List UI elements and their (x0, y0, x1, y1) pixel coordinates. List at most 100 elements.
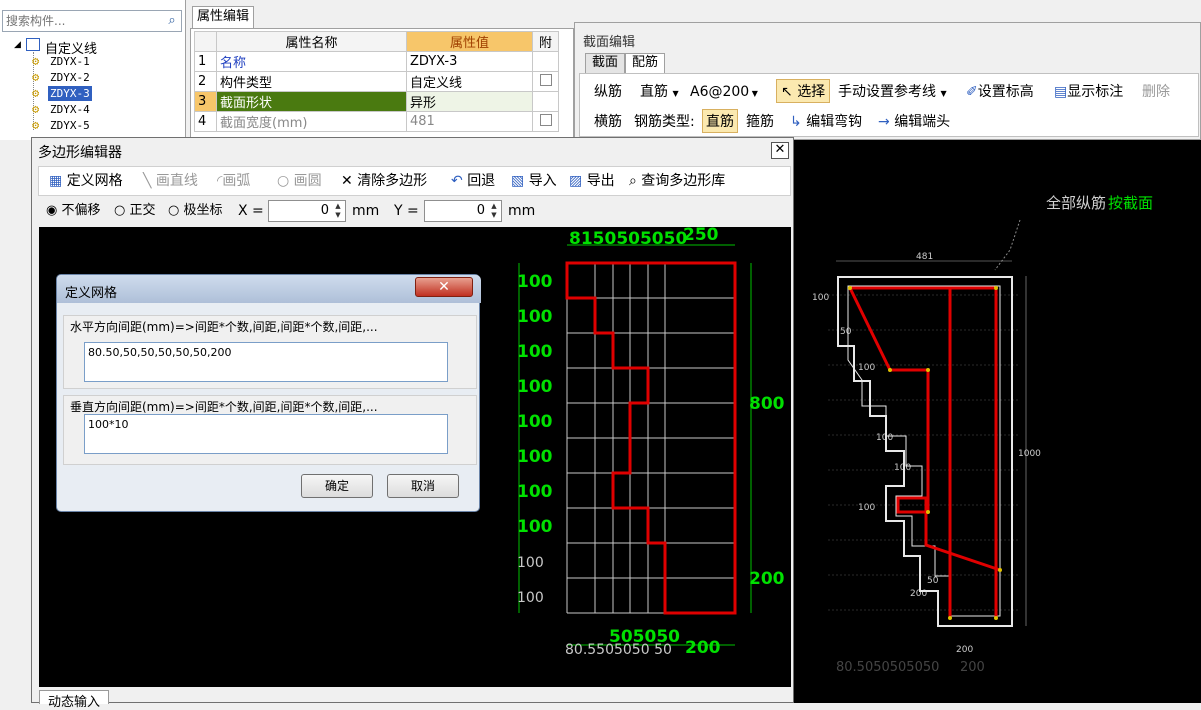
tree-item-zdyx-4[interactable]: ⚙ ZDYX-4 (32, 102, 92, 117)
dim-row: 100 (517, 307, 553, 327)
dialog-titlebar: 定义网格 ✕ (57, 275, 481, 303)
v-spacing-field[interactable] (84, 414, 448, 454)
radio-ortho[interactable]: ○ 正交 (114, 199, 156, 223)
table-row[interactable]: 1 名称 ZDYX-3 (194, 51, 559, 72)
dim-mid: 100 (876, 433, 893, 443)
polygon-toolbar: ▦ 定义网格 ╲ 画直线 ◜画弧 ○ 画圆 ✕ 清除多边形 ↶ 回退 ▧ 导入 … (38, 166, 791, 196)
draw-arc-button[interactable]: ◜画弧 (217, 169, 250, 193)
header-property-value: 属性值 (406, 31, 533, 52)
collapse-icon[interactable]: ◢ (14, 40, 21, 50)
draw-line-button[interactable]: ╲ 画直线 (143, 169, 198, 193)
dim-bottom-small: 80.5505050 50 (565, 642, 672, 658)
section-editor-title: 截面编辑 (583, 35, 636, 50)
dim-row: 100 (517, 412, 553, 432)
set-elevation-button[interactable]: ✐设置标高 (966, 80, 1034, 104)
import-icon: ▧ (511, 173, 525, 189)
tree-item-zdyx-3[interactable]: ⚙ ZDYX-3 (32, 86, 92, 101)
line-icon: ╲ (143, 173, 152, 189)
straight-bar-button[interactable]: 直筋 (702, 109, 738, 133)
dim-mid: 50 (927, 576, 939, 586)
table-row[interactable]: 4 截面宽度(mm) 481 (194, 111, 559, 132)
manual-ref-line-button[interactable]: 手动设置参考线 ▼ (838, 80, 947, 104)
component-tree-pane: ⌕ ◢ 自定义线 ⚙ZDYX-1 ⚙ZDYX-2 ⚙ZDYX-3 ⚙ZDYX-4… (0, 0, 186, 140)
custom-line-icon (26, 38, 40, 51)
x-label: X = (238, 203, 264, 219)
define-grid-dialog: 定义网格 ✕ 水平方向间距(mm)=>间距*个数,间距,间距*个数,间距,...… (56, 274, 481, 512)
h-spacing-value: 80.50,50,50,50,50,50,200 (88, 346, 232, 359)
bar-type-label: 钢筋类型: (634, 114, 695, 130)
dim-row: 100 (517, 555, 544, 571)
x-input[interactable]: 0 ▲ ▼ (268, 200, 346, 222)
clear-polygon-button[interactable]: ✕ 清除多边形 (341, 169, 427, 193)
query-polygon-lib-button[interactable]: ⌕ 查询多边形库 (629, 169, 725, 193)
close-icon[interactable]: ✕ (771, 142, 789, 159)
undo-button[interactable]: ↶ 回退 (451, 169, 495, 193)
export-icon: ▨ (569, 173, 583, 189)
table-row[interactable]: 3 截面形状 异形 (194, 91, 559, 112)
gear-icon: ⚙ (32, 70, 40, 84)
dim-right-top: 800 (749, 394, 785, 414)
search-input[interactable] (3, 11, 161, 31)
search-icon: ⌕ (629, 173, 637, 189)
attach-checkbox[interactable] (539, 73, 552, 86)
export-button[interactable]: ▨ 导出 (569, 169, 615, 193)
tab-dynamic-input[interactable]: 动态输入 (39, 690, 110, 710)
tab-section[interactable]: 截面 (585, 53, 626, 73)
y-label: Y = (394, 203, 419, 219)
property-table: 属性名称 属性值 附 1 名称 ZDYX-3 2 构件类型 自定义线 3 截面形… (194, 31, 559, 132)
close-icon[interactable]: ✕ (415, 277, 473, 297)
dim-top-big: 250 (683, 227, 719, 245)
all-longbar-label: 全部纵筋 (1046, 194, 1106, 212)
chevron-down-icon: ▼ (749, 89, 758, 98)
dim-top-small: 8150505050 (569, 229, 687, 249)
tab-rebar[interactable]: 配筋 (625, 53, 666, 73)
ok-button[interactable]: 确定 (301, 474, 373, 498)
edit-end-button[interactable]: → 编辑端头 (878, 110, 950, 134)
tree-item-zdyx-2[interactable]: ⚙ ZDYX-2 (32, 70, 92, 85)
dim-bottom-big: 200 (685, 638, 721, 658)
radio-polar[interactable]: ○ 极坐标 (168, 199, 223, 223)
v-spacing-label: 垂直方向间距(mm)=>间距*个数,间距,间距*个数,间距,... (70, 400, 378, 414)
dim-row: 100 (517, 342, 553, 362)
cancel-button[interactable]: 取消 (387, 474, 459, 498)
delete-button[interactable]: 删除 (1142, 80, 1170, 104)
import-button[interactable]: ▧ 导入 (511, 169, 557, 193)
section-toolbar-area: 纵筋 直筋 ▼ A6@200 ▼ ↖ 选择 手动设置参考线 ▼ ✐设置标高 ▤显… (579, 73, 1199, 137)
hbar-button[interactable]: 横筋 (594, 110, 622, 134)
dim-row: 100 (517, 377, 553, 397)
spinner-icon[interactable]: ▲ ▼ (332, 202, 344, 220)
by-section-label: 按截面 (1108, 194, 1153, 212)
tab-property-edit[interactable]: 属性编辑 (192, 6, 254, 28)
h-spacing-label: 水平方向间距(mm)=>间距*个数,间距,间距*个数,间距,... (70, 320, 378, 334)
elevation-icon: ✐ (966, 84, 978, 100)
define-grid-button[interactable]: ▦ 定义网格 (49, 169, 123, 193)
header-property-name: 属性名称 (216, 31, 407, 52)
draw-circle-button[interactable]: ○ 画圆 (277, 169, 322, 193)
y-input[interactable]: 0 ▲ ▼ (424, 200, 502, 222)
edit-hook-button[interactable]: ↳ 编辑弯钩 (790, 110, 862, 134)
grid-icon: ▦ (49, 173, 63, 189)
bar-type-dropdown[interactable]: 直筋 ▼ (640, 80, 679, 104)
gear-icon: ⚙ (32, 102, 40, 116)
stirrup-button[interactable]: 箍筋 (746, 110, 774, 134)
search-icon[interactable]: ⌕ (163, 12, 181, 30)
select-button[interactable]: ↖ 选择 (776, 79, 831, 103)
section-editor-window: 截面编辑 截面 配筋 纵筋 直筋 ▼ A6@200 ▼ ↖ 选择 手动设置参考线… (574, 22, 1201, 140)
bar-spec-dropdown[interactable]: A6@200 ▼ (690, 80, 758, 104)
gear-icon: ⚙ (32, 86, 40, 100)
end-icon: → (878, 114, 890, 130)
dim-right-bottom: 200 (749, 569, 785, 589)
x-unit: mm (352, 203, 380, 219)
longbar-label: 纵筋 (594, 84, 622, 100)
coord-bar: ◉ 不偏移 ○ 正交 ○ 极坐标 X = 0 ▲ ▼ mm Y = 0 ▲ ▼ mm (38, 198, 791, 226)
attach-checkbox[interactable] (539, 113, 552, 126)
spinner-icon[interactable]: ▲ ▼ (488, 202, 500, 220)
search-box: ⌕ (2, 10, 182, 32)
show-mark-button[interactable]: ▤显示标注 (1054, 80, 1123, 104)
chevron-down-icon: ▼ (672, 89, 679, 98)
dim-mid: 100 (858, 363, 875, 373)
radio-no-offset[interactable]: ◉ 不偏移 (46, 199, 101, 223)
tree-item-zdyx-1[interactable]: ⚙ ZDYX-1 (32, 54, 92, 69)
tree-item-zdyx-5[interactable]: ⚙ ZDYX-5 (32, 118, 92, 133)
table-row[interactable]: 2 构件类型 自定义线 (194, 71, 559, 92)
